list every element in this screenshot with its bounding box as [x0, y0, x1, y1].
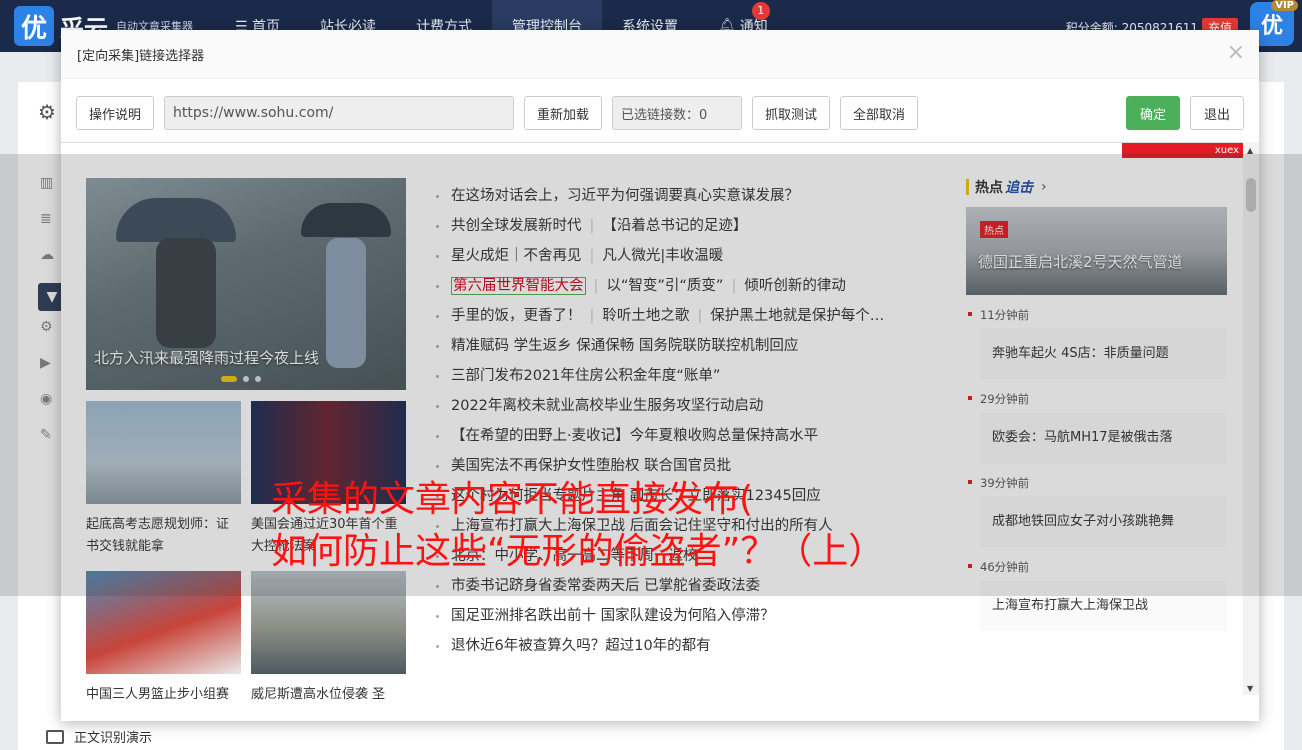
carousel-dot[interactable] — [255, 376, 261, 382]
hot-item[interactable]: 11分钟前 奔驰车起火 4S店：非质量问题 — [966, 301, 1227, 385]
news-item[interactable]: 第六届世界智能大会 | 以“智变”引“质变” | 倾听创新的律动 — [436, 271, 956, 301]
hot-title[interactable]: 上海宣布打赢大上海保卫战 — [980, 581, 1227, 631]
hot-image-title[interactable]: 德国正重启北溪2号天然气管道 — [978, 251, 1183, 272]
carousel-dot[interactable] — [221, 376, 237, 382]
news-item[interactable]: 这个村为何拒当专题片主角 副市长：立即落实12345回应 — [436, 481, 956, 511]
thumb-image — [86, 401, 241, 504]
gear-icon[interactable]: ⚙ — [38, 100, 56, 124]
news-item[interactable]: 手里的饭，更香了！ | 聆听土地之歌 | 保护黑土地就是保护每个… — [436, 301, 956, 331]
news-item[interactable]: 在这场对话会上，习近平为何强调要真心实意谋发展？ — [436, 181, 956, 211]
dialog-title: [定向采集]链接选择器 — [61, 30, 1259, 79]
hot-time: 46分钟前 — [966, 553, 1227, 581]
close-icon[interactable]: × — [1227, 42, 1245, 64]
vip-badge: VIP — [1271, 0, 1298, 11]
news-item[interactable]: 【在希望的田野上·麦收记】今年夏粮收购总量保持高水平 — [436, 421, 956, 451]
selected-link[interactable]: 第六届世界智能大会 — [451, 277, 586, 295]
hot-list: 11分钟前 奔驰车起火 4S店：非质量问题 29分钟前 欧委会：马航MH17是被… — [966, 301, 1227, 637]
notify-badge: 1 — [751, 2, 770, 20]
url-input[interactable]: https://www.sohu.com/ — [164, 96, 514, 130]
hero-caption[interactable]: 北方入汛来最强降雨过程今夜上线 — [94, 347, 319, 368]
news-list: 在这场对话会上，习近平为何强调要真心实意谋发展？ 共创全球发展新时代 | 【沿着总书… — [436, 181, 956, 661]
thumb-caption[interactable]: 威尼斯遭高水位侵袭 圣 — [251, 684, 406, 706]
section-bar — [966, 179, 969, 195]
thumb-caption[interactable]: 起底高考志愿规划师：证书交钱就能拿 — [86, 514, 241, 558]
hot-time: 29分钟前 — [966, 385, 1227, 413]
thumb-caption[interactable]: 中国三人男篮止步小组赛 — [86, 684, 241, 706]
thumb-card[interactable]: 起底高考志愿规划师：证书交钱就能拿 — [86, 401, 241, 558]
scroll-up-icon[interactable]: ▲ — [1247, 146, 1253, 155]
vip-avatar-char: 优 — [1260, 14, 1283, 39]
hero-slide[interactable]: 北方入汛来最强降雨过程今夜上线 — [86, 178, 406, 390]
top-banner[interactable]: xuex — [1122, 143, 1243, 158]
hot-head-label: 热点 — [975, 180, 1003, 196]
thumb-card[interactable]: 中国三人男篮止步小组赛 — [86, 571, 241, 706]
hot-topics-header[interactable]: 热点 追击 › — [966, 177, 1047, 197]
carousel-dots — [221, 376, 261, 382]
thumb-card[interactable]: 美国会通过近30年首个重大控枪法案 — [251, 401, 406, 558]
help-button[interactable]: 操作说明 — [76, 96, 154, 130]
thumb-card[interactable]: 威尼斯遭高水位侵袭 圣 — [251, 571, 406, 706]
exit-button[interactable]: 退出 — [1190, 96, 1244, 130]
hot-title[interactable]: 欧委会：马航MH17是被俄击落 — [980, 413, 1227, 463]
hot-item[interactable]: 46分钟前 上海宣布打赢大上海保卫战 — [966, 553, 1227, 637]
hot-item[interactable]: 29分钟前 欧委会：马航MH17是被俄击落 — [966, 385, 1227, 469]
scroll-thumb[interactable] — [1246, 178, 1256, 212]
thumb-image — [251, 401, 406, 504]
news-item[interactable]: 退休近6年被查算久吗？超过10年的都有 — [436, 631, 956, 661]
news-item[interactable]: 精准赋码 学生返乡 保通保畅 国务院联防联控机制回应 — [436, 331, 956, 361]
carousel-dot[interactable] — [243, 376, 249, 382]
hot-head-label-b: 追击 — [1005, 180, 1033, 196]
logo-icon: 优 — [14, 6, 54, 46]
news-item[interactable]: 星火成炬｜不舍再见 | 凡人微光|丰收温暖 — [436, 241, 956, 271]
hot-title[interactable]: 奔驰车起火 4S店：非质量问题 — [980, 329, 1227, 379]
hero-image-shape — [116, 198, 236, 242]
hot-time: 39分钟前 — [966, 469, 1227, 497]
hot-topic-image[interactable]: 热点 德国正重启北溪2号天然气管道 — [966, 207, 1227, 295]
hero-image-shape — [301, 203, 391, 237]
vertical-scrollbar[interactable]: ▲ ▼ — [1243, 142, 1259, 695]
hero-image-shape — [156, 238, 216, 348]
news-item[interactable]: 美国宪法不再保护女性堕胎权 联合国官员批 — [436, 451, 956, 481]
link-selector-dialog: [定向采集]链接选择器 × 操作说明 https://www.sohu.com/… — [61, 30, 1259, 721]
cancel-all-button[interactable]: 全部取消 — [840, 96, 918, 130]
hero-image-shape — [326, 238, 366, 368]
news-item[interactable]: 上海宣布打赢大上海保卫战 后面会记住坚守和付出的所有人 — [436, 511, 956, 541]
selected-count: 已选链接数：0 — [612, 96, 742, 130]
dialog-toolbar: 操作说明 https://www.sohu.com/ 重新加载 已选链接数：0 … — [76, 96, 1244, 130]
news-item[interactable]: 2022年离校未就业高校毕业生服务攻坚行动启动 — [436, 391, 956, 421]
news-item[interactable]: 市委书记跻身省委常委两天后 已掌舵省委政法委 — [436, 571, 956, 601]
thumb-image — [251, 571, 406, 674]
text-recognition-demo-label: 正文识别演示 — [74, 731, 153, 746]
hot-tag: 热点 — [980, 221, 1008, 238]
ok-button[interactable]: 确定 — [1126, 96, 1180, 130]
page-preview[interactable]: xuex 北方入汛来最强降雨过程今夜上线 起底高考志愿规划师：证书交钱就能拿 美… — [61, 142, 1243, 721]
hot-time: 11分钟前 — [966, 301, 1227, 329]
thumb-caption[interactable]: 美国会通过近30年首个重大控枪法案 — [251, 514, 406, 558]
news-item[interactable]: 北京：中小学、高一高二等下周一返校 — [436, 541, 956, 571]
thumb-image — [86, 571, 241, 674]
hot-title[interactable]: 成都地铁回应女子对小孩跳艳舞 — [980, 497, 1227, 547]
news-item[interactable]: 三部门发布2021年住房公积金年度“账单” — [436, 361, 956, 391]
test-fetch-button[interactable]: 抓取测试 — [752, 96, 830, 130]
hot-item[interactable]: 39分钟前 成都地铁回应女子对小孩跳艳舞 — [966, 469, 1227, 553]
scroll-down-icon[interactable]: ▼ — [1247, 684, 1253, 693]
news-item[interactable]: 共创全球发展新时代 | 【沿着总书记的足迹】 — [436, 211, 956, 241]
news-item[interactable]: 国足亚洲排名跌出前十 国家队建设为何陷入停滞？ — [436, 601, 956, 631]
chevron-right-icon: › — [1041, 179, 1047, 195]
reload-button[interactable]: 重新加载 — [524, 96, 602, 130]
text-recognition-demo-link[interactable]: 正文识别演示 — [46, 727, 152, 746]
monitor-icon — [46, 729, 64, 744]
